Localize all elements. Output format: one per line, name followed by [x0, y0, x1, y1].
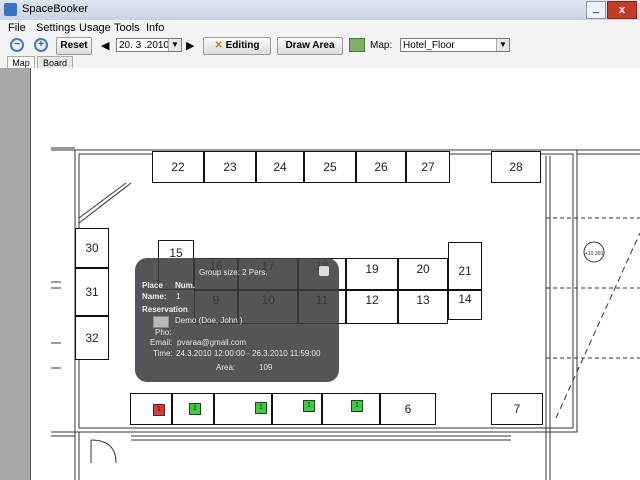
menu-settings[interactable]: Settings — [36, 22, 76, 34]
seat-bottom-5[interactable]: 1 — [322, 393, 380, 425]
seat-21[interactable]: 21 — [448, 242, 482, 290]
seat-13[interactable]: 13 — [398, 290, 448, 324]
status-free-icon[interactable]: 1 — [189, 403, 201, 415]
seat-20[interactable]: 20 — [398, 258, 448, 290]
draw-area-button[interactable]: Draw Area — [277, 37, 343, 55]
next-date-icon[interactable]: ▶ — [186, 39, 194, 52]
person-icon — [153, 316, 169, 328]
seat-32[interactable]: 32 — [75, 316, 109, 360]
seat-25[interactable]: 25 — [304, 151, 356, 183]
seat-7[interactable]: 7 — [491, 393, 543, 425]
seat-27[interactable]: 27 — [406, 151, 450, 183]
status-reserved-icon[interactable]: 1 — [153, 404, 165, 416]
window-title: SpaceBooker — [22, 3, 89, 15]
seat-6[interactable]: 6 — [380, 393, 436, 425]
reservation-label: Reservation — [142, 305, 188, 314]
name-label: Name: — [142, 292, 167, 301]
reset-button[interactable]: Reset — [56, 37, 92, 55]
reservation-popup: Group size: 2 Pers. Place Num. Name: 1 R… — [135, 258, 339, 382]
date-value: 20. 3 .2010 — [119, 40, 170, 51]
seat-24[interactable]: 24 — [256, 151, 304, 183]
seat-31[interactable]: 31 — [75, 268, 109, 316]
menu-usage[interactable]: Usage — [79, 22, 111, 34]
seat-28[interactable]: 28 — [491, 151, 541, 183]
status-free-icon[interactable]: 1 — [351, 400, 363, 412]
time-value: 24.3.2010 12:00:00 - 26.3.2010 11:59:00 — [176, 349, 321, 358]
seat-26[interactable]: 26 — [356, 151, 406, 183]
minimize-button[interactable]: _ — [586, 1, 606, 19]
tab-strip: Map Board — [0, 56, 640, 68]
seat-bottom-4[interactable]: 1 — [272, 393, 322, 425]
seat-30[interactable]: 30 — [75, 228, 109, 268]
map-icon — [349, 38, 365, 52]
email-label: Email: — [150, 338, 173, 347]
name-value: 1 — [176, 292, 181, 301]
editing-button[interactable]: ✕ Editing — [203, 37, 271, 55]
toolbar: − + Reset ◀ 20. 3 .2010 ▼ ▶ ✕ Editing Dr… — [0, 36, 640, 56]
seat-14[interactable]: 14 — [448, 290, 482, 320]
tab-board[interactable]: Board — [37, 56, 73, 68]
area-label: Area: — [216, 363, 236, 372]
close-icon[interactable] — [319, 266, 329, 276]
seat-23[interactable]: 23 — [204, 151, 256, 183]
place-label: Place — [142, 281, 163, 290]
menu-file[interactable]: File — [8, 22, 26, 34]
status-free-icon[interactable]: 1 — [303, 400, 315, 412]
app-icon — [4, 3, 17, 16]
num-label: Num. — [175, 281, 195, 290]
menu-info[interactable]: Info — [146, 22, 164, 34]
area-value: 109 — [259, 363, 273, 372]
menu-tools[interactable]: Tools — [114, 22, 140, 34]
seat-bottom-3[interactable]: 1 — [214, 393, 272, 425]
chevron-down-icon[interactable]: ▼ — [168, 39, 181, 51]
seat-22[interactable]: 22 — [152, 151, 204, 183]
seat-bottom-2[interactable]: 1 — [172, 393, 214, 425]
zoom-out-icon[interactable]: − — [10, 38, 24, 52]
tools-icon: ✕ — [214, 40, 226, 51]
seat-bottom-1[interactable]: 1 — [130, 393, 172, 425]
status-free-icon[interactable]: 1 — [255, 402, 267, 414]
prev-date-icon[interactable]: ◀ — [101, 39, 109, 52]
sidebar-panel — [0, 68, 30, 480]
map-label: Map: — [370, 40, 393, 51]
seat-12[interactable]: 12 — [346, 290, 398, 324]
elevation-label: +10.350 — [585, 251, 603, 257]
map-select[interactable]: Hotel_Floor ▼ — [400, 38, 510, 52]
group-size: Group size: 2 Pers. — [199, 268, 268, 277]
date-select[interactable]: 20. 3 .2010 ▼ — [116, 38, 182, 52]
zoom-in-icon[interactable]: + — [34, 38, 48, 52]
tab-map[interactable]: Map — [7, 56, 35, 68]
menu-bar: File Settings Usage Tools Info — [0, 20, 640, 36]
seat-19[interactable]: 19 — [346, 258, 398, 290]
chevron-down-icon[interactable]: ▼ — [496, 39, 509, 51]
time-label: Time: — [153, 349, 173, 358]
reservation-person[interactable]: Demo (Doe, John ) — [175, 316, 243, 325]
map-value: Hotel_Floor — [403, 40, 455, 51]
title-bar: SpaceBooker _ x — [0, 0, 640, 21]
email-value: pvaraa@gmail.com — [177, 338, 247, 347]
close-button[interactable]: x — [607, 1, 637, 19]
editing-label: Editing — [225, 40, 260, 51]
phone-label: Pho: — [155, 328, 172, 337]
